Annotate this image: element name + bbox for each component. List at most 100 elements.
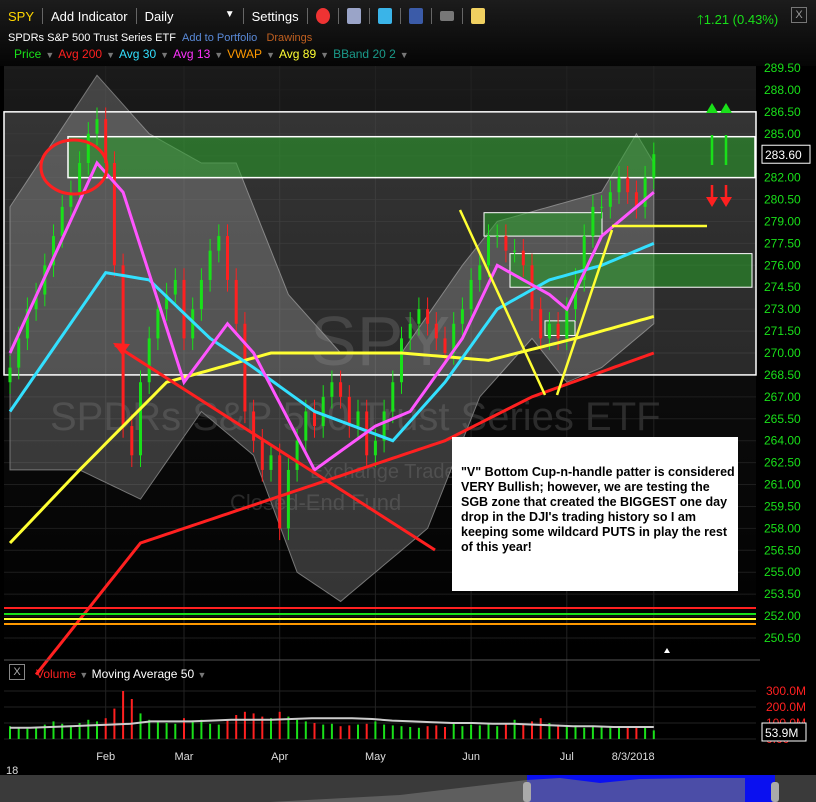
candle	[321, 396, 325, 427]
candle	[626, 177, 630, 193]
candle	[652, 154, 656, 178]
candle	[591, 206, 595, 237]
y-tick-label: 261.00	[764, 478, 801, 492]
candle	[391, 382, 395, 412]
candle	[530, 265, 534, 310]
volume-bar	[374, 721, 377, 739]
volume-bar	[278, 711, 281, 739]
last-volume-label: 53.9M	[765, 726, 798, 740]
volume-bar	[504, 723, 507, 739]
volume-bar	[156, 721, 159, 739]
y-tick-label: 286.50	[764, 105, 801, 119]
volume-bar	[417, 727, 420, 739]
annotation-text-box: "V" Bottom Cup-n-handle patter is consid…	[452, 437, 738, 591]
y-tick-label: 253.50	[764, 587, 801, 601]
candle	[330, 382, 334, 397]
candle	[17, 338, 21, 368]
candle	[8, 367, 12, 383]
volume-bar	[391, 725, 394, 739]
candle	[547, 323, 551, 339]
candle	[182, 279, 186, 339]
last-price-label: 283.60	[765, 148, 802, 162]
candle	[173, 279, 177, 295]
candle	[217, 236, 221, 251]
volume-bar	[644, 727, 647, 739]
y-tick-label: 282.00	[764, 171, 801, 185]
dropdown-icon[interactable]: ▼	[198, 670, 207, 680]
volume-bar	[339, 726, 342, 739]
x-tick-label: Feb	[96, 751, 115, 763]
volume-bar	[209, 723, 212, 739]
x-tick-label: Jul	[560, 751, 574, 763]
candle	[86, 133, 90, 163]
candle	[260, 440, 264, 470]
y-tick-label: 258.00	[764, 521, 801, 535]
dropdown-icon[interactable]: ▼	[79, 670, 88, 680]
volume-bar	[452, 723, 455, 739]
volume-bar	[322, 724, 325, 739]
candle	[208, 250, 212, 280]
candle	[460, 309, 464, 324]
volume-bar	[139, 713, 142, 739]
y-tick-label: 256.50	[764, 543, 801, 557]
volume-bar	[217, 724, 220, 739]
y-tick-label: 267.00	[764, 390, 801, 404]
volume-bar	[487, 723, 490, 739]
candle	[286, 469, 290, 529]
y-tick-label: 273.00	[764, 302, 801, 316]
volume-tick-label: 200.0M	[766, 700, 806, 714]
candle	[95, 119, 99, 134]
candle	[226, 236, 229, 280]
y-tick-label: 274.50	[764, 280, 801, 294]
price-chart[interactable]: 289.50288.00286.50285.00283.50282.00280.…	[0, 0, 816, 802]
candle	[78, 163, 82, 193]
y-tick-label: 265.50	[764, 412, 801, 426]
volume-bar	[618, 727, 620, 739]
volume-bar	[591, 727, 594, 739]
volume-bar	[304, 721, 307, 739]
volume-bar	[52, 721, 55, 739]
volume-close-button[interactable]: X	[9, 664, 25, 680]
volume-bar	[243, 711, 246, 739]
volume-bar	[478, 725, 481, 739]
y-tick-label: 270.00	[764, 346, 801, 360]
volume-bar	[461, 726, 464, 739]
candle	[139, 382, 142, 456]
y-tick-label: 252.00	[764, 609, 801, 623]
candle	[295, 440, 299, 470]
candle	[617, 177, 621, 193]
volume-bar	[470, 724, 473, 739]
candle	[600, 206, 604, 208]
volume-bar	[496, 726, 499, 739]
y-tick-label: 250.50	[764, 631, 801, 645]
y-tick-label: 264.00	[764, 434, 801, 448]
volume-bar	[400, 726, 403, 739]
candle	[243, 323, 247, 412]
candle	[417, 309, 421, 324]
candle	[199, 279, 203, 310]
volume-bar	[522, 723, 525, 739]
volume-bar	[174, 723, 177, 739]
candle	[608, 192, 612, 207]
y-tick-label: 279.00	[764, 214, 801, 228]
volume-bar	[357, 724, 359, 739]
volume-bar	[348, 725, 351, 739]
volume-bar	[513, 719, 516, 739]
y-tick-label: 285.00	[764, 127, 801, 141]
volume-bar	[17, 727, 20, 739]
volume-bar	[609, 727, 612, 739]
volume-bar	[426, 726, 429, 739]
volume-bar	[191, 721, 194, 739]
volume-bar	[270, 718, 272, 739]
volume-bar	[122, 691, 125, 739]
y-tick-label: 255.00	[764, 565, 801, 579]
candle	[130, 426, 134, 456]
x-tick-label: May	[365, 751, 386, 763]
volume-bar	[557, 724, 560, 739]
volume-bar	[626, 726, 629, 739]
y-tick-label: 277.50	[764, 236, 801, 250]
candle	[426, 309, 430, 324]
candle	[112, 163, 116, 266]
volume-bar	[409, 727, 412, 739]
navigator-selection[interactable]	[527, 775, 775, 802]
